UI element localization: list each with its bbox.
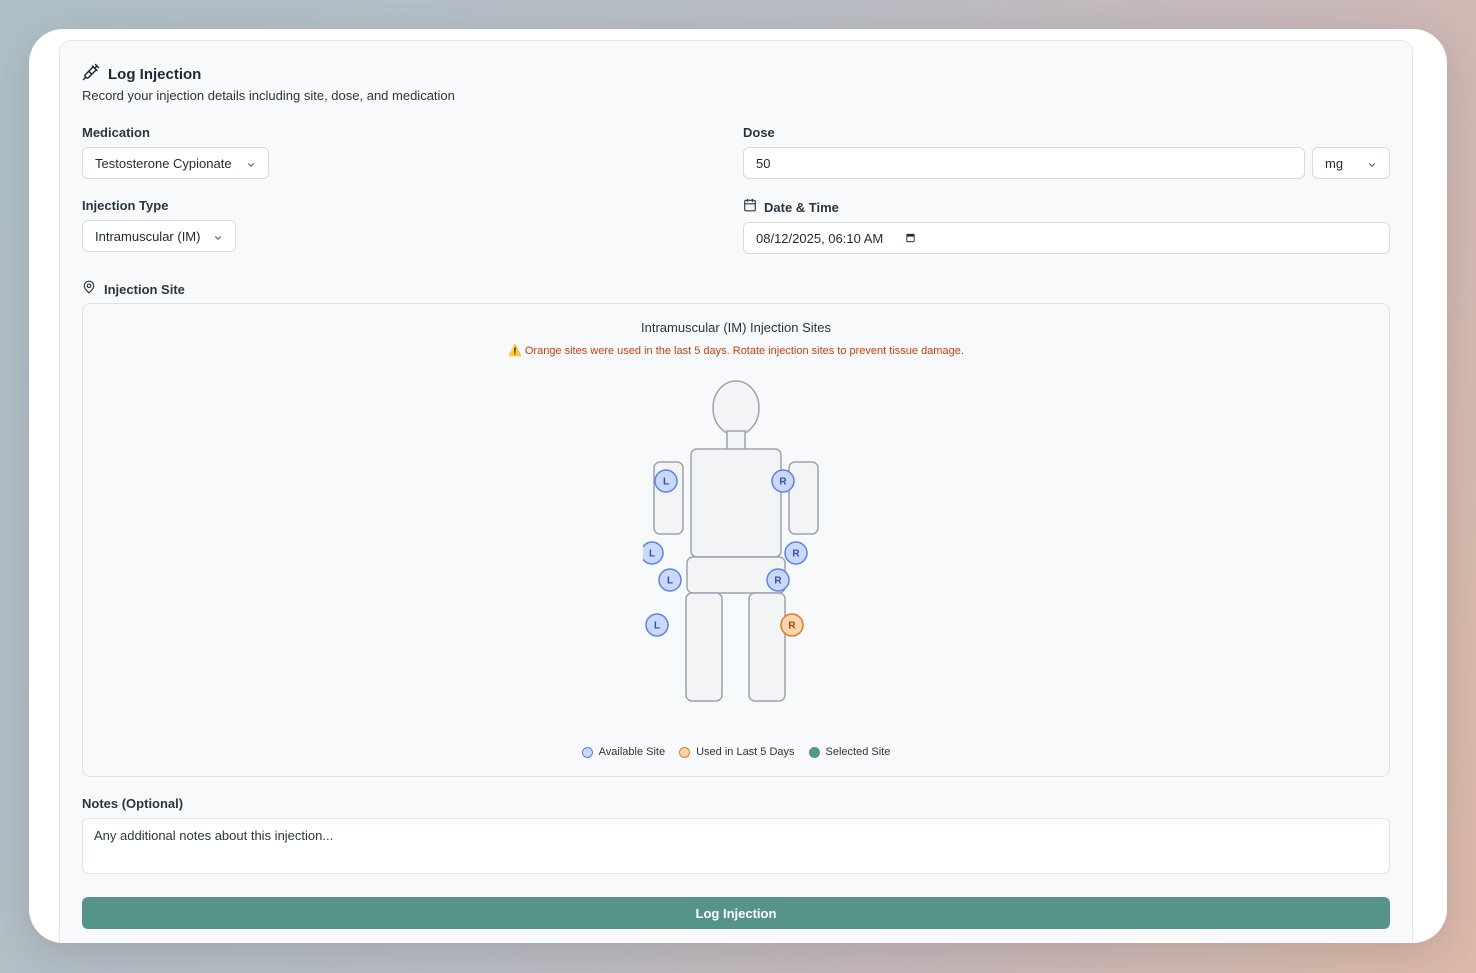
datetime-label-row: Date & Time	[743, 198, 839, 217]
notes-label: Notes (Optional)	[82, 796, 184, 811]
chevron-down-icon	[246, 158, 256, 168]
page-title: Log Injection	[108, 66, 202, 83]
body-head	[712, 380, 760, 436]
dose-label: Dose	[743, 125, 775, 140]
injection-site-label: Injection Site	[104, 282, 185, 297]
injection-site-panel: Intramuscular (IM) Injection Sites ⚠️ Or…	[82, 303, 1390, 777]
calendar-icon	[743, 198, 757, 217]
injection-type-label: Injection Type	[82, 198, 169, 213]
injection-type-value: Intramuscular (IM)	[95, 228, 201, 244]
site-marker-label: L	[667, 576, 673, 587]
site-marker-left-glute[interactable]: L	[658, 568, 682, 592]
site-marker-label: R	[792, 549, 800, 560]
warning-text: Orange sites were used in the last 5 day…	[524, 345, 964, 357]
dose-value: 50	[756, 155, 771, 171]
map-pin-icon	[82, 280, 96, 299]
site-legend: Available Site Used in Last 5 Days Selec…	[83, 746, 1389, 758]
medication-value: Testosterone Cypionate	[95, 155, 232, 171]
site-marker-label: L	[649, 549, 655, 560]
body-left-leg	[685, 592, 723, 702]
syringe-icon	[82, 63, 100, 86]
site-marker-right-thigh[interactable]: R	[780, 613, 804, 637]
dose-unit-select[interactable]: mg	[1312, 147, 1390, 179]
site-marker-left-thigh[interactable]: L	[645, 613, 669, 637]
body-right-leg	[748, 592, 786, 702]
site-marker-right-deltoid[interactable]: R	[771, 469, 795, 493]
calendar-picker-icon[interactable]	[905, 231, 916, 246]
site-marker-label: L	[654, 621, 660, 632]
injection-type-select[interactable]: Intramuscular (IM)	[82, 220, 236, 252]
dose-input[interactable]: 50	[743, 147, 1305, 179]
legend-available-label: Available Site	[598, 746, 666, 758]
selected-dot	[808, 746, 820, 758]
legend-recent: Used in Last 5 Days	[679, 746, 795, 758]
card-header: Log Injection	[82, 63, 201, 86]
notes-textarea[interactable]: Any additional notes about this injectio…	[82, 818, 1390, 874]
site-marker-right-ventrogluteal[interactable]: R	[784, 541, 808, 565]
site-marker-right-glute[interactable]: R	[766, 568, 790, 592]
site-marker-label: R	[779, 477, 787, 488]
site-marker-left-deltoid[interactable]: L	[654, 469, 678, 493]
legend-selected: Selected Site	[808, 746, 891, 758]
site-marker-left-ventrogluteal[interactable]: L	[643, 541, 664, 565]
legend-selected-label: Selected Site	[825, 746, 891, 758]
rotation-warning: ⚠️ Orange sites were used in the last 5 …	[83, 344, 1389, 357]
site-marker-label: R	[788, 621, 796, 632]
site-marker-label: L	[663, 477, 669, 488]
dose-unit-value: mg	[1325, 155, 1344, 171]
body-torso	[690, 448, 782, 558]
medication-select[interactable]: Testosterone Cypionate	[82, 147, 269, 179]
legend-available: Available Site	[581, 746, 666, 758]
log-injection-button[interactable]: Log Injection	[82, 897, 1390, 929]
chevron-down-icon	[213, 231, 223, 241]
log-injection-card: Log Injection Record your injection deta…	[59, 40, 1413, 943]
datetime-label: Date & Time	[764, 200, 839, 215]
site-panel-title: Intramuscular (IM) Injection Sites	[640, 320, 831, 335]
page-subtitle: Record your injection details including …	[82, 88, 455, 103]
app-window: Log Injection Record your injection deta…	[29, 29, 1447, 943]
medication-label: Medication	[82, 125, 150, 140]
available-dot	[581, 746, 593, 758]
notes-placeholder: Any additional notes about this injectio…	[94, 828, 334, 843]
datetime-value: 08/12/2025, 06:10 AM	[756, 230, 884, 246]
body-diagram: L R L R L R L R	[643, 380, 819, 702]
recent-dot	[679, 746, 691, 758]
site-marker-label: R	[774, 576, 782, 587]
body-right-arm	[788, 461, 819, 535]
warning-icon: ⚠️	[508, 345, 522, 357]
chevron-down-icon	[1367, 158, 1377, 168]
legend-recent-label: Used in Last 5 Days	[696, 746, 795, 758]
body-neck	[726, 430, 746, 451]
injection-site-label-row: Injection Site	[82, 280, 185, 299]
datetime-input[interactable]: 08/12/2025, 06:10 AM	[743, 222, 1390, 254]
